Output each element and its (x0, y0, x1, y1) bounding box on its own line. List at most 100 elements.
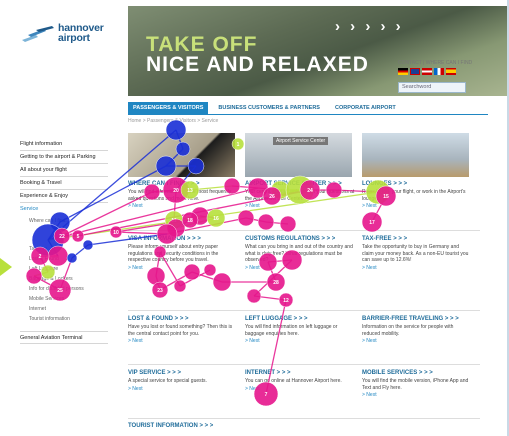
section-next-link[interactable]: > Next (128, 203, 238, 209)
scanpath-line (265, 221, 289, 225)
fixation-circle (166, 218, 186, 238)
section-title[interactable]: AIRPORT SERVICE CENTER > > > (245, 181, 355, 187)
scanpath-line (245, 217, 267, 223)
flag-de-icon[interactable] (398, 68, 408, 75)
section-next-link[interactable]: > Next (362, 203, 472, 209)
scanpath-line (175, 217, 217, 229)
sidebar-subitem[interactable]: Lost & Found (20, 254, 108, 264)
fixation-dot: 17 (361, 211, 383, 233)
section-lounges: LOUNGES > > > Relax before your flight, … (362, 181, 472, 209)
fixation-circle (246, 288, 262, 304)
fixation-circle (361, 211, 383, 233)
divider (128, 418, 480, 419)
scanpath-line (179, 269, 211, 287)
section-next-link[interactable]: > Next (362, 392, 472, 398)
section-next-link[interactable]: > Next (245, 338, 355, 344)
tab-corporate[interactable]: CORPORATE AIRPORT (330, 102, 401, 114)
section-title[interactable]: LEFT LUGGAGE > > > (245, 316, 355, 322)
section-title[interactable]: VISA INFORMATION > > > (128, 236, 238, 242)
section-title[interactable]: WHERE CAN I FIND > > > (128, 181, 238, 187)
tab-business[interactable]: BUSINESS CUSTOMERS & PARTNERS (213, 102, 325, 114)
section-next-link[interactable]: > Next (362, 265, 472, 271)
logo-text-line2: airport (58, 32, 90, 44)
section-next-link[interactable]: > Next (245, 265, 355, 271)
section-next-link[interactable]: > Next (245, 386, 355, 392)
section-left-luggage: LEFT LUGGAGE > > > You will find informa… (245, 316, 355, 344)
section-next-link[interactable]: > Next (362, 338, 472, 344)
section-mobile-services: MOBILE SERVICES > > > You will find the … (362, 370, 472, 398)
section-desc: Take the opportunity to buy in Germany a… (362, 244, 469, 263)
utility-links[interactable]: CONTACT | WHERE CAN I FIND (398, 60, 507, 66)
nav-divider (128, 114, 488, 115)
fixation-dot: 10 (109, 225, 123, 239)
fixation-number: 23 (157, 288, 163, 294)
flag-es-icon[interactable] (446, 68, 456, 75)
section-next-link[interactable]: > Next (245, 203, 355, 209)
sidebar-item-your-flight[interactable]: All about your flight (20, 164, 108, 177)
section-desc: Have you lost or found something? Then t… (128, 324, 233, 337)
section-title[interactable]: TOURIST INFORMATION > > > (128, 423, 238, 429)
sidebar-item-flight-info[interactable]: Flight information (20, 138, 108, 151)
sidebar-subitem[interactable]: Mobile Services (20, 294, 108, 304)
fixation-number: 12 (283, 298, 289, 304)
scanpath-line (159, 271, 193, 291)
fixation-dot: 16 (206, 208, 226, 228)
flag-fr-icon[interactable] (434, 68, 444, 75)
section-title[interactable]: TAX-FREE > > > (362, 236, 472, 242)
sidebar-subitem[interactable]: Internet (20, 304, 108, 314)
airport-logo[interactable]: hannover airport (22, 20, 112, 46)
fixation-dot: 23 (151, 281, 169, 299)
search-input[interactable]: Searchword (398, 82, 466, 93)
sidebar-item-service[interactable]: Service (20, 203, 108, 216)
sidebar-item-experience[interactable]: Experience & Enjoy (20, 190, 108, 203)
main-nav: PASSENGERS & VISITORS BUSINESS CUSTOMERS… (128, 102, 401, 114)
breadcrumb[interactable]: Home > Passengers & Visitors > Service (128, 118, 218, 124)
section-next-link[interactable]: > Next (128, 386, 238, 392)
fixation-dot: 28 (266, 272, 286, 292)
fixation-dot: 18 (181, 211, 199, 229)
sidebar-subitem[interactable]: Left Luggage (20, 264, 108, 274)
fixation-circle (181, 211, 199, 229)
section-title[interactable]: VIP SERVICE > > > (128, 370, 238, 376)
sidebar: Flight information Getting to the airpor… (20, 138, 108, 344)
sidebar-item-getting-there[interactable]: Getting to the airport & Parking (20, 151, 108, 164)
section-title[interactable]: MOBILE SERVICES > > > (362, 370, 472, 376)
sidebar-item-booking[interactable]: Booking & Travel (20, 177, 108, 190)
section-desc: Your central contact point for all your … (245, 189, 355, 202)
hero-title-line2: NICE AND RELAXED (146, 53, 369, 76)
divider (128, 364, 480, 365)
fixation-dot (257, 213, 275, 231)
fixation-circle (164, 210, 184, 230)
section-title[interactable]: LOST & FOUND > > > (128, 316, 238, 322)
scanpath-line (191, 271, 223, 283)
sidebar-subitem[interactable]: Where can I find... (20, 216, 108, 226)
section-desc: You will find the mobile version, iPhone… (362, 378, 469, 391)
sidebar-subitem[interactable]: Tax-free (20, 244, 108, 254)
section-barrier-free: BARRIER-FREE TRAVELING > > > Information… (362, 316, 472, 344)
section-next-link[interactable]: > Next (128, 265, 238, 271)
section-title[interactable]: BARRIER-FREE TRAVELING > > > (362, 316, 472, 322)
language-flags (398, 68, 456, 75)
fixation-circle (278, 292, 294, 308)
hero-title-line1: TAKE OFF (146, 33, 258, 56)
fixation-dot (173, 279, 187, 293)
section-lost-found: LOST & FOUND > > > Have you lost or foun… (128, 316, 238, 344)
flag-at-icon[interactable] (422, 68, 432, 75)
plane-logo-icon (22, 26, 54, 42)
section-next-link[interactable]: > Next (128, 338, 238, 344)
sidebar-subitem[interactable]: Baggage & Lockers (20, 274, 108, 284)
sidebar-subitem[interactable]: Tourist information (20, 314, 108, 324)
section-title[interactable]: CUSTOMS REGULATIONS > > > (245, 236, 355, 242)
fixation-number: 16 (213, 216, 219, 222)
section-title[interactable]: INTERNET > > > (245, 370, 355, 376)
tab-passengers[interactable]: PASSENGERS & VISITORS (128, 102, 209, 114)
flag-uk-icon[interactable] (410, 68, 420, 75)
sidebar-item-general-aviation[interactable]: General Aviation Terminal (20, 331, 108, 344)
sidebar-subitem[interactable]: Info for disabled persons (20, 284, 108, 294)
scanpath-line (199, 215, 217, 219)
section-desc: Relax before your flight, or work in the… (362, 189, 466, 202)
scanpath-line (173, 215, 201, 221)
service-center-sign: Airport Service Center (273, 137, 329, 145)
section-desc: A special service for special guests. (128, 378, 207, 384)
section-title[interactable]: LOUNGES > > > (362, 181, 472, 187)
